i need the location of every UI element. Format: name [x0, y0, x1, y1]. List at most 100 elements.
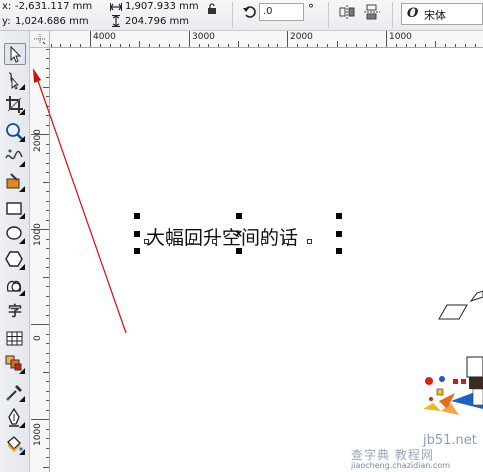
rectangle-icon — [6, 202, 25, 219]
freehand-tool[interactable] — [4, 146, 26, 168]
character-node[interactable] — [307, 239, 312, 244]
selection-handle-middle-left[interactable] — [134, 231, 140, 237]
hruler-label: 1000 — [389, 32, 412, 42]
blend-tool[interactable] — [4, 353, 26, 375]
table-grid-icon — [6, 331, 23, 346]
selection-handle-bottom-middle[interactable] — [236, 248, 242, 254]
paint-bucket-icon — [7, 436, 25, 455]
vruler-tick — [43, 276, 49, 278]
character-node[interactable] — [284, 239, 289, 244]
vruler-tick — [46, 248, 49, 249]
hruler-tick — [454, 44, 456, 47]
pointer-arrow-icon — [10, 45, 22, 63]
vruler-tick — [46, 48, 49, 50]
hruler-tick — [247, 44, 249, 47]
pen-nib-icon — [8, 407, 25, 428]
character-node[interactable] — [212, 239, 217, 244]
lock-ratio-icon[interactable] — [207, 3, 217, 15]
y-position-field[interactable]: 1,024.686 mm — [15, 16, 89, 27]
vruler-tick — [46, 457, 49, 458]
selection-handle-top-left[interactable] — [134, 213, 140, 219]
zoom-tool[interactable] — [4, 121, 26, 143]
selection-handle-bottom-right[interactable] — [336, 248, 342, 254]
character-node[interactable] — [261, 239, 266, 244]
character-node[interactable] — [167, 239, 172, 244]
character-node[interactable] — [189, 239, 194, 244]
ruler-origin-icon — [34, 34, 46, 45]
hruler-tick — [149, 44, 151, 47]
hruler-tick — [99, 44, 101, 47]
pick-tool[interactable] — [4, 43, 26, 65]
shape-tool[interactable] — [4, 69, 26, 91]
mirror-horizontal-icon[interactable] — [339, 5, 355, 19]
vruler-tick — [43, 181, 49, 183]
hruler-tick — [70, 44, 72, 47]
hruler-tick — [168, 44, 170, 47]
hruler-tick — [80, 44, 82, 47]
crop-icon — [6, 96, 25, 115]
selection-handle-top-right[interactable] — [336, 213, 342, 219]
hruler-tick — [474, 44, 476, 47]
selection-handle-middle-right[interactable] — [336, 231, 342, 237]
height-field[interactable]: 204.796 mm — [125, 16, 189, 27]
rectangle-tool[interactable] — [4, 198, 26, 220]
eyedropper-icon — [6, 385, 25, 402]
smart-fill-tool[interactable] — [4, 171, 26, 193]
selection-handle-bottom-left[interactable] — [134, 248, 140, 254]
hruler-tick — [277, 44, 279, 47]
blend-icon — [5, 355, 25, 374]
vruler-tick — [46, 172, 49, 173]
drawing-canvas[interactable]: 大幅回升空间的话 × jb51.net 查字典 教程网 jiaocheng.ch… — [51, 49, 483, 472]
vruler-tick — [46, 438, 49, 439]
polygon-tool[interactable] — [4, 249, 26, 271]
rotation-center-marker: × — [234, 227, 244, 240]
hruler-tick — [109, 44, 111, 47]
rotate-icon — [243, 6, 256, 18]
vruler-label: 1000 — [33, 423, 43, 446]
rotation-angle-input[interactable]: .0 — [259, 3, 304, 21]
x-label: x: — [2, 1, 12, 12]
crop-tool[interactable] — [4, 94, 26, 116]
vruler-tick — [46, 343, 49, 344]
basic-shapes-tool[interactable] — [4, 275, 26, 297]
x-position-field[interactable]: -2,631.117 mm — [15, 1, 92, 12]
parallelogram-shape[interactable] — [431, 289, 483, 329]
vruler-tick — [46, 286, 49, 287]
vruler-tick — [46, 210, 49, 211]
vruler-tick — [46, 219, 49, 221]
text-tool-glyph: 字 — [8, 304, 22, 320]
vruler-tick — [46, 77, 49, 78]
mirror-vertical-icon[interactable] — [364, 4, 380, 20]
text-tool[interactable]: 字 — [4, 301, 26, 323]
hruler-tick — [267, 44, 269, 47]
table-tool[interactable] — [4, 328, 26, 350]
hruler-tick — [50, 44, 52, 47]
outline-pen-tool[interactable] — [4, 407, 26, 429]
hruler-tick — [415, 44, 417, 47]
font-name-value: 宋体 — [424, 9, 446, 22]
watermark-url: jiaocheng.chazidian.com — [351, 461, 451, 470]
selection-handle-top-middle[interactable] — [236, 213, 242, 219]
fill-tool[interactable] — [4, 434, 26, 456]
vruler-tick — [46, 96, 49, 97]
toolbox: 字 — [0, 31, 30, 472]
clipart-illustration[interactable] — [411, 349, 483, 429]
ruler-origin-corner[interactable] — [30, 31, 50, 48]
vertical-ruler[interactable]: 2000 1000 0 1000 — [30, 48, 50, 472]
width-field[interactable]: 1,907.933 mm — [125, 1, 199, 12]
zoom-magnifier-icon — [6, 123, 25, 142]
ellipse-tool[interactable] — [4, 223, 26, 245]
hruler-tick — [326, 44, 328, 47]
hruler-tick — [178, 44, 180, 47]
selected-text-object[interactable]: 大幅回升空间的话 — [146, 223, 298, 250]
vruler-tick — [46, 267, 49, 268]
eyedropper-tool[interactable] — [4, 381, 26, 403]
font-list-dropdown[interactable]: O 宋体 — [401, 3, 483, 25]
freehand-curve-icon — [5, 149, 25, 167]
character-node[interactable] — [144, 239, 149, 244]
hruler-tick — [405, 44, 407, 47]
hruler-tick — [375, 44, 377, 47]
horizontal-ruler[interactable]: 4000 3000 2000 1000 — [50, 31, 483, 48]
width-icon — [110, 3, 122, 11]
vruler-tick — [46, 333, 49, 335]
